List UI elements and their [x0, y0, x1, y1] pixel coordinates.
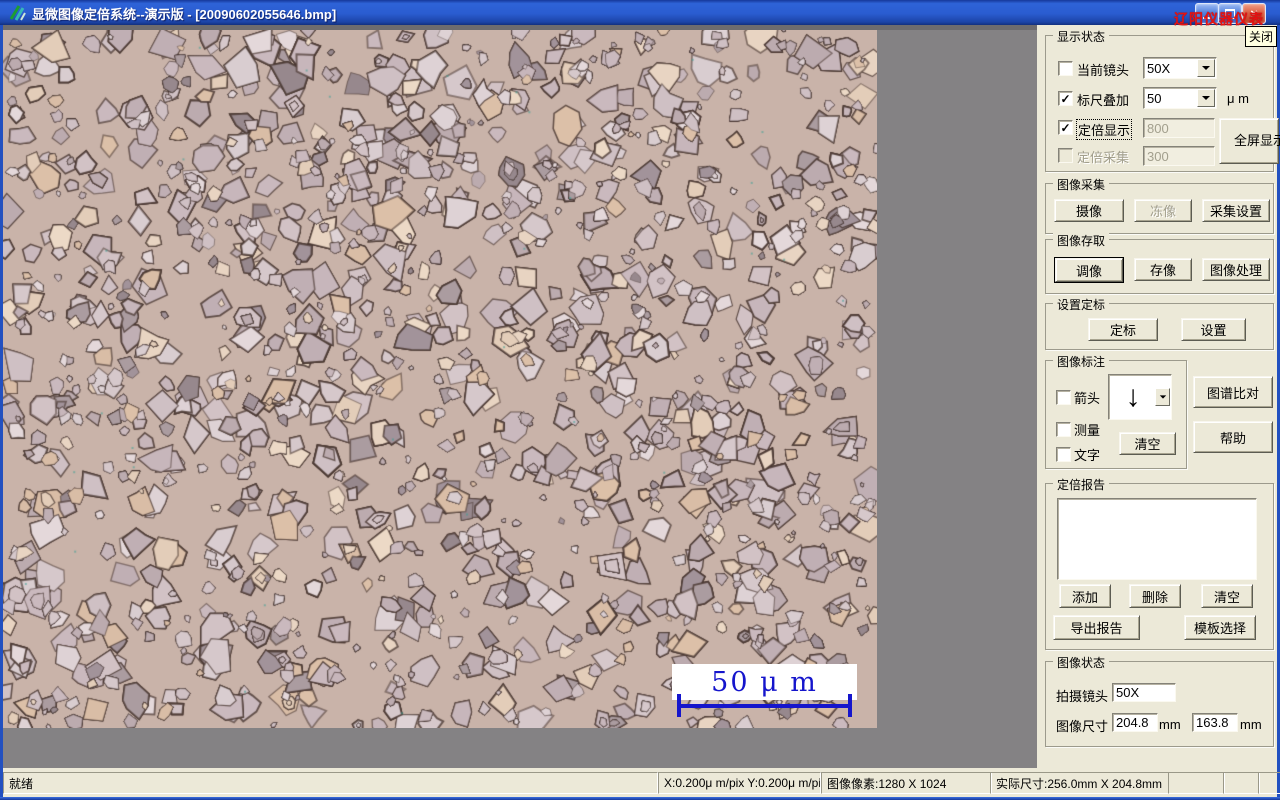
label-fixed-display: 定倍显示 — [1076, 119, 1133, 140]
minimize-button[interactable] — [1195, 3, 1219, 24]
work-area: 50 μ m — [3, 25, 1037, 768]
app-window: 显微图像定倍系统--演示版 - [20090602055646.bmp] × 辽… — [0, 0, 1280, 800]
status-actual-size: 实际尺寸:256.0mm X 204.8mm — [990, 772, 1169, 794]
checkbox-measure[interactable] — [1056, 422, 1071, 437]
control-panel: 显示状态 当前镜头 50X ✓ 标尺叠加 50 μ m ✓ 定倍显示 800 定… — [1037, 25, 1280, 768]
label-unit-height: mm — [1240, 717, 1262, 732]
status-empty-3 — [1258, 772, 1280, 794]
statusbar: 就绪 X:0.200μ m/pix Y:0.200μ m/pix 图像像素:12… — [3, 768, 1280, 797]
capture-settings-button[interactable]: 采集设置 — [1202, 199, 1270, 222]
status-image-pixels: 图像像素:1280 X 1024 — [821, 772, 992, 794]
group-annotation: 图像标注 箭头 ↓ 测量 清空 文字 — [1045, 353, 1187, 469]
save-image-button[interactable]: 存像 — [1134, 258, 1192, 281]
checkbox-text[interactable] — [1056, 447, 1071, 462]
label-image-size: 图像尺寸 — [1056, 719, 1109, 734]
close-button[interactable]: × — [1242, 3, 1266, 24]
input-shoot-lens[interactable]: 50X — [1112, 683, 1176, 702]
template-select-button[interactable]: 模板选择 — [1184, 615, 1256, 640]
input-fixed-display[interactable]: 800 — [1143, 118, 1215, 138]
label-arrow: 箭头 — [1074, 391, 1101, 406]
group-magnification-report: 定倍报告 添加 删除 清空 导出报告 模板选择 — [1045, 476, 1274, 650]
report-delete-button[interactable]: 删除 — [1129, 584, 1181, 608]
close-icon: × — [1250, 6, 1258, 21]
clear-annotation-button[interactable]: 清空 — [1119, 432, 1176, 455]
scalebar-tick-right — [848, 694, 852, 717]
arrow-style-combo[interactable]: ↓ — [1108, 374, 1172, 420]
micrograph-image[interactable] — [3, 30, 877, 728]
input-fixed-capture[interactable]: 300 — [1143, 146, 1215, 166]
group-magnification-report-title: 定倍报告 — [1053, 476, 1110, 493]
calibrate-button[interactable]: 定标 — [1088, 318, 1158, 341]
combo-ruler-value[interactable]: 50 — [1143, 87, 1217, 109]
atlas-compare-button[interactable]: 图谱比对 — [1193, 376, 1273, 408]
group-image-capture-title: 图像采集 — [1053, 176, 1110, 193]
label-measure: 测量 — [1074, 423, 1101, 438]
fullscreen-button[interactable]: 全屏显示 — [1219, 118, 1280, 164]
help-button[interactable]: 帮助 — [1193, 421, 1273, 453]
label-ruler-overlay: 标尺叠加 — [1077, 93, 1130, 108]
group-annotation-title: 图像标注 — [1053, 353, 1110, 370]
status-ready: 就绪 — [3, 772, 658, 794]
scalebar-tick-left — [677, 694, 681, 717]
restore-icon — [1225, 8, 1235, 19]
combo-current-lens[interactable]: 50X — [1143, 57, 1217, 79]
group-image-storage-title: 图像存取 — [1053, 232, 1110, 249]
group-display-status-title: 显示状态 — [1053, 28, 1110, 45]
label-unit-width: mm — [1159, 717, 1181, 732]
close-tooltip: 关闭 — [1245, 26, 1278, 47]
freeze-button[interactable]: 冻像 — [1134, 199, 1192, 222]
checkbox-arrow[interactable] — [1056, 390, 1071, 405]
arrow-combo-drop-icon[interactable] — [1155, 388, 1170, 406]
label-text: 文字 — [1074, 448, 1101, 463]
titlebar[interactable]: 显微图像定倍系统--演示版 - [20090602055646.bmp] × 辽… — [0, 0, 1280, 27]
report-listbox[interactable] — [1057, 498, 1257, 580]
checkbox-current-lens[interactable] — [1058, 61, 1073, 76]
group-image-status-title: 图像状态 — [1053, 654, 1110, 671]
combo-ruler-drop-icon[interactable] — [1197, 89, 1215, 107]
label-shoot-lens: 拍摄镜头 — [1056, 689, 1109, 704]
scalebar-line — [678, 704, 852, 708]
group-image-status: 图像状态 拍摄镜头 50X 图像尺寸 204.8 mm 163.8 mm — [1045, 654, 1274, 747]
settings-button[interactable]: 设置 — [1181, 318, 1246, 341]
load-image-button[interactable]: 调像 — [1055, 258, 1123, 282]
checkbox-fixed-display[interactable]: ✓ — [1058, 120, 1073, 135]
export-report-button[interactable]: 导出报告 — [1053, 615, 1140, 640]
image-viewport[interactable]: 50 μ m — [3, 30, 877, 728]
checkbox-ruler-overlay[interactable]: ✓ — [1058, 91, 1073, 106]
window-title: 显微图像定倍系统--演示版 - [20090602055646.bmp] — [32, 7, 337, 22]
report-add-button[interactable]: 添加 — [1059, 584, 1111, 608]
report-clear-button[interactable]: 清空 — [1201, 584, 1253, 608]
status-empty-1 — [1168, 772, 1225, 794]
restore-button[interactable] — [1218, 3, 1242, 24]
app-icon — [9, 5, 26, 21]
group-set-calibration-title: 设置定标 — [1053, 296, 1110, 313]
shoot-button[interactable]: 摄像 — [1054, 199, 1124, 222]
group-set-calibration: 设置定标 定标 设置 — [1045, 296, 1274, 350]
status-empty-2 — [1223, 772, 1260, 794]
minimize-icon — [1203, 17, 1211, 19]
input-image-height[interactable]: 163.8 — [1192, 713, 1238, 732]
input-image-width[interactable]: 204.8 — [1112, 713, 1158, 732]
checkbox-fixed-capture[interactable] — [1058, 148, 1073, 163]
scalebar-label-box: 50 μ m — [672, 664, 857, 700]
group-display-status: 显示状态 当前镜头 50X ✓ 标尺叠加 50 μ m ✓ 定倍显示 800 定… — [1045, 28, 1280, 172]
group-image-storage: 图像存取 调像 存像 图像处理 — [1045, 232, 1274, 294]
status-pixel-scale: X:0.200μ m/pix Y:0.200μ m/pix — [658, 772, 821, 794]
arrow-style-icon: ↓ — [1125, 380, 1141, 413]
label-fixed-capture: 定倍采集 — [1077, 150, 1130, 165]
combo-lens-drop-icon[interactable] — [1197, 59, 1215, 77]
label-ruler-unit: μ m — [1227, 91, 1249, 106]
group-image-capture: 图像采集 摄像 冻像 采集设置 — [1045, 176, 1274, 234]
label-current-lens: 当前镜头 — [1077, 63, 1130, 78]
image-process-button[interactable]: 图像处理 — [1202, 258, 1270, 281]
scalebar-label: 50 μ m — [711, 666, 818, 698]
